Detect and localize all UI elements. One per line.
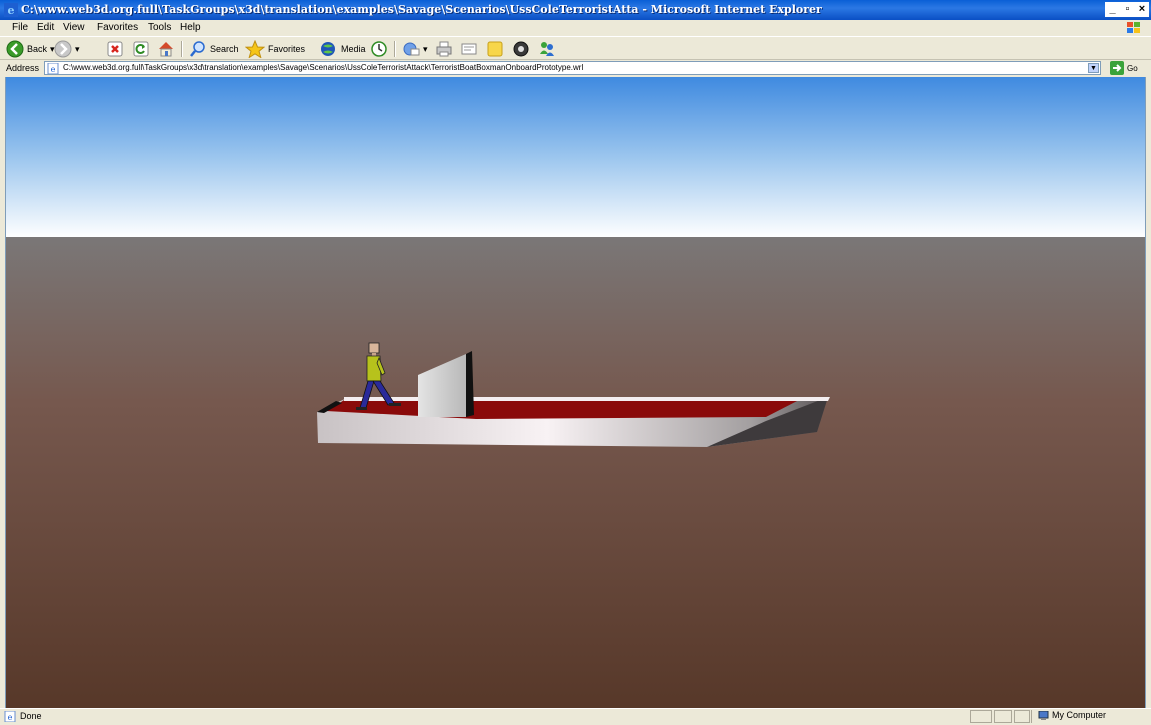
search-button[interactable]: Search <box>189 40 239 58</box>
mail-icon <box>403 42 420 56</box>
menu-bar: File Edit View Favorites Tools Help <box>0 20 1151 36</box>
media-label: Media <box>341 44 366 54</box>
favorites-label: Favorites <box>268 44 306 54</box>
menu-view[interactable]: View <box>63 22 85 33</box>
history-button[interactable] <box>370 40 388 58</box>
status-cell <box>1014 710 1030 723</box>
home-icon <box>159 42 173 57</box>
maximize-button[interactable]: ▫ <box>1120 2 1135 17</box>
stop-button[interactable] <box>107 40 123 58</box>
boat-gunwale <box>344 397 830 401</box>
page-icon: e <box>47 63 59 74</box>
status-bar: e Done My Computer <box>0 708 1151 725</box>
research-icon <box>513 41 529 57</box>
boxman-head <box>368 342 380 354</box>
address-input[interactable]: e C:\www.web3d.org.full\TaskGroups\x3d\t… <box>44 61 1101 75</box>
ground <box>6 237 1145 708</box>
media-icon <box>321 42 335 56</box>
messenger-button[interactable] <box>538 40 556 58</box>
edit-icon <box>461 43 477 55</box>
menu-favorites[interactable]: Favorites <box>97 22 138 33</box>
page-icon: e <box>4 711 16 722</box>
toolbar-separator <box>394 41 396 57</box>
address-url[interactable]: C:\www.web3d.org.full\TaskGroups\x3d\tra… <box>63 63 583 72</box>
svg-text:e: e <box>8 713 13 722</box>
mail-dropdown-icon[interactable]: ▾ <box>423 44 428 55</box>
boxman-left-foot <box>356 407 367 410</box>
zone-label: My Computer <box>1052 710 1107 720</box>
go-label: Go <box>1127 63 1138 73</box>
media-button[interactable]: Media <box>318 40 366 58</box>
svg-text:e: e <box>8 4 15 17</box>
windows-flag-icon <box>1127 22 1140 33</box>
ie-icon: e <box>4 3 18 17</box>
back-button[interactable]: Back ▾ <box>6 40 55 58</box>
svg-text:e: e <box>51 65 56 74</box>
forward-dropdown-icon[interactable]: ▾ <box>75 44 80 55</box>
go-button[interactable]: Go <box>1110 61 1138 75</box>
search-label: Search <box>210 44 239 54</box>
refresh-button[interactable] <box>133 40 149 58</box>
computer-icon <box>1038 711 1049 720</box>
address-bar: Address e C:\www.web3d.org.full\TaskGrou… <box>0 60 1151 77</box>
stop-icon <box>107 41 123 57</box>
refresh-icon <box>133 41 149 57</box>
toolbar: Back ▾ ▾ Search Favorites Media ▾ <box>0 36 1151 60</box>
history-icon <box>371 41 387 57</box>
discuss-button[interactable] <box>486 40 504 58</box>
security-zone: My Computer <box>1031 710 1148 723</box>
close-button[interactable]: × <box>1135 2 1149 17</box>
status-text: Done <box>20 711 42 721</box>
status-cell <box>970 710 992 723</box>
discuss-icon <box>487 41 503 57</box>
minimize-button[interactable]: _ <box>1105 2 1120 17</box>
menu-tools[interactable]: Tools <box>148 22 171 33</box>
mail-button[interactable]: ▾ <box>402 40 428 58</box>
back-arrow-icon <box>6 40 24 58</box>
print-button[interactable] <box>435 40 453 58</box>
boxman-right-foot <box>389 403 401 406</box>
forward-arrow-icon <box>54 40 72 58</box>
favorites-button[interactable]: Favorites <box>245 40 305 58</box>
star-icon <box>245 40 265 58</box>
edit-button[interactable] <box>460 40 478 58</box>
back-label: Back <box>27 44 48 54</box>
status-cell <box>994 710 1012 723</box>
menu-file[interactable]: File <box>12 22 28 33</box>
address-dropdown-icon[interactable]: ▼ <box>1088 63 1099 73</box>
research-button[interactable] <box>512 40 530 58</box>
home-button[interactable] <box>157 40 175 58</box>
sky <box>6 77 1145 238</box>
search-icon <box>190 41 205 57</box>
print-icon <box>436 41 452 57</box>
toolbar-separator <box>181 41 183 57</box>
address-label: Address <box>6 63 40 73</box>
title-bar: e C:\www.web3d.org.full\TaskGroups\x3d\t… <box>0 0 1151 20</box>
go-arrow-icon <box>1110 61 1124 75</box>
boxman-neck <box>372 353 376 356</box>
forward-button[interactable]: ▾ <box>54 40 80 58</box>
menu-edit[interactable]: Edit <box>37 22 54 33</box>
messenger-icon <box>540 42 554 56</box>
vrml-viewport[interactable] <box>5 77 1146 708</box>
vrml-scene[interactable] <box>6 77 1146 708</box>
window-title: C:\www.web3d.org.full\TaskGroups\x3d\tra… <box>21 3 822 16</box>
menu-help[interactable]: Help <box>180 22 201 33</box>
